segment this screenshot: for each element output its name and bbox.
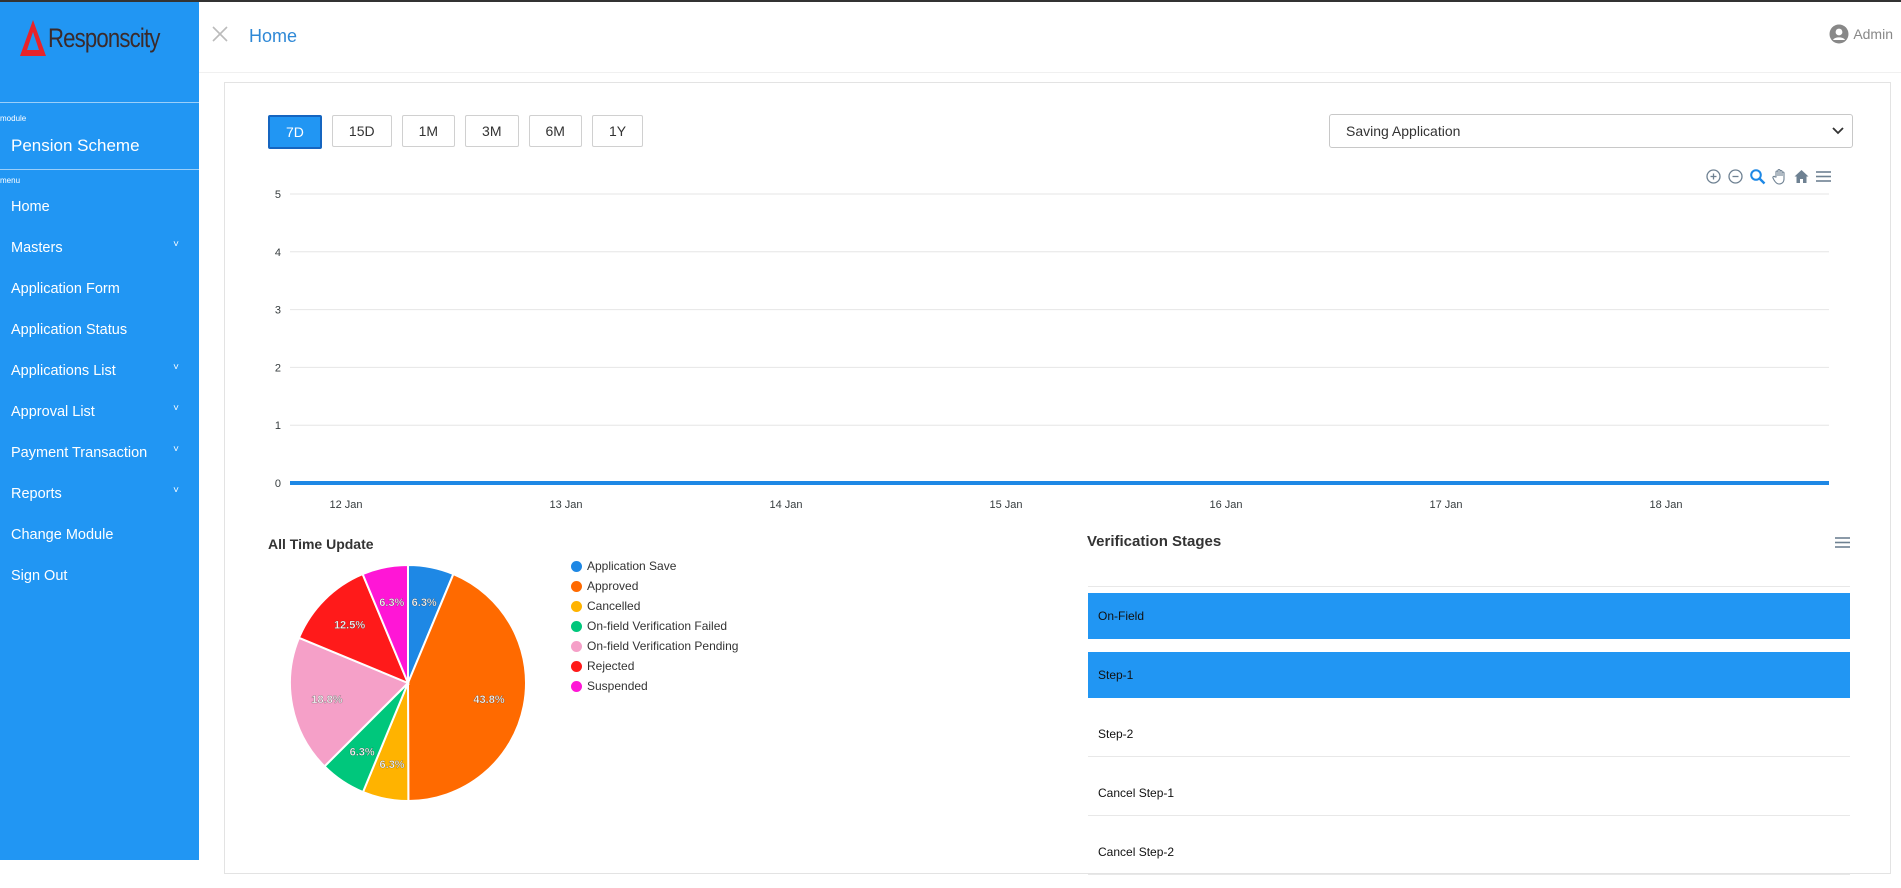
verification-stage-item[interactable]: Step-2: [1088, 711, 1850, 757]
x-tick-label: 12 Jan: [329, 499, 362, 511]
legend-item[interactable]: On-field Verification Failed: [571, 616, 738, 636]
legend-label: Approved: [587, 579, 639, 593]
verification-stage-item[interactable]: Step-1: [1088, 652, 1850, 698]
legend-item[interactable]: Approved: [571, 576, 738, 596]
legend-item[interactable]: Suspended: [571, 676, 738, 696]
legend-label: Cancelled: [587, 599, 641, 613]
x-tick-label: 18 Jan: [1649, 499, 1682, 511]
legend-item[interactable]: Rejected: [571, 656, 738, 676]
y-tick-label: 4: [275, 247, 281, 259]
legend-label: Application Save: [587, 559, 677, 573]
y-tick-label: 1: [275, 420, 281, 432]
legend-label: On-field Verification Pending: [587, 639, 739, 653]
x-tick-label: 16 Jan: [1209, 499, 1242, 511]
pie-chart-title: All Time Update: [268, 536, 374, 552]
pie-data-label: 6.3%: [379, 597, 404, 609]
legend-label: On-field Verification Failed: [587, 619, 728, 633]
legend-label: Suspended: [587, 679, 648, 693]
verification-stage-item[interactable]: On-Field: [1088, 593, 1850, 639]
pie-data-label: 43.8%: [473, 694, 504, 706]
pie-data-label: 6.3%: [380, 759, 405, 771]
x-tick-label: 15 Jan: [989, 499, 1022, 511]
menu-icon[interactable]: [1834, 534, 1851, 551]
x-tick-label: 13 Jan: [549, 499, 582, 511]
verification-stage-item[interactable]: Cancel Step-2: [1088, 829, 1850, 875]
pie-data-label: 6.3%: [412, 597, 437, 609]
status-pie-chart: 6.3% 43.8% 6.3% 6.3% 18.8% 12.5% 6.3%: [289, 563, 527, 803]
legend-item[interactable]: Application Save: [571, 556, 738, 576]
y-tick-label: 5: [275, 189, 281, 201]
y-tick-label: 2: [275, 362, 281, 374]
x-tick-label: 14 Jan: [769, 499, 802, 511]
verification-stage-list: On-Field Step-1 Step-2 Cancel Step-1 Cancel …: [1088, 586, 1850, 888]
legend-marker-icon: [571, 660, 582, 672]
pie-data-label: 12.5%: [334, 620, 365, 632]
x-tick-label: 17 Jan: [1429, 499, 1462, 511]
y-tick-label: 0: [275, 478, 281, 490]
y-tick-label: 3: [275, 305, 281, 317]
pie-data-label: 18.8%: [311, 694, 342, 706]
legend-item[interactable]: On-field Verification Pending: [571, 636, 738, 656]
verification-stage-item[interactable]: Cancel Step-1: [1088, 770, 1850, 816]
legend-marker-icon: [571, 560, 582, 572]
legend-label: Rejected: [587, 659, 635, 673]
legend-item[interactable]: Cancelled: [571, 596, 738, 616]
legend-marker-icon: [571, 680, 582, 692]
pie-legend: Application Save Approved Cancelled On-fiel…: [571, 556, 738, 696]
pie-data-label: 6.3%: [350, 747, 375, 759]
legend-marker-icon: [571, 620, 582, 632]
verification-stages-title: Verification Stages: [1087, 533, 1222, 550]
legend-marker-icon: [571, 580, 582, 592]
legend-marker-icon: [571, 600, 582, 612]
legend-marker-icon: [571, 640, 582, 652]
